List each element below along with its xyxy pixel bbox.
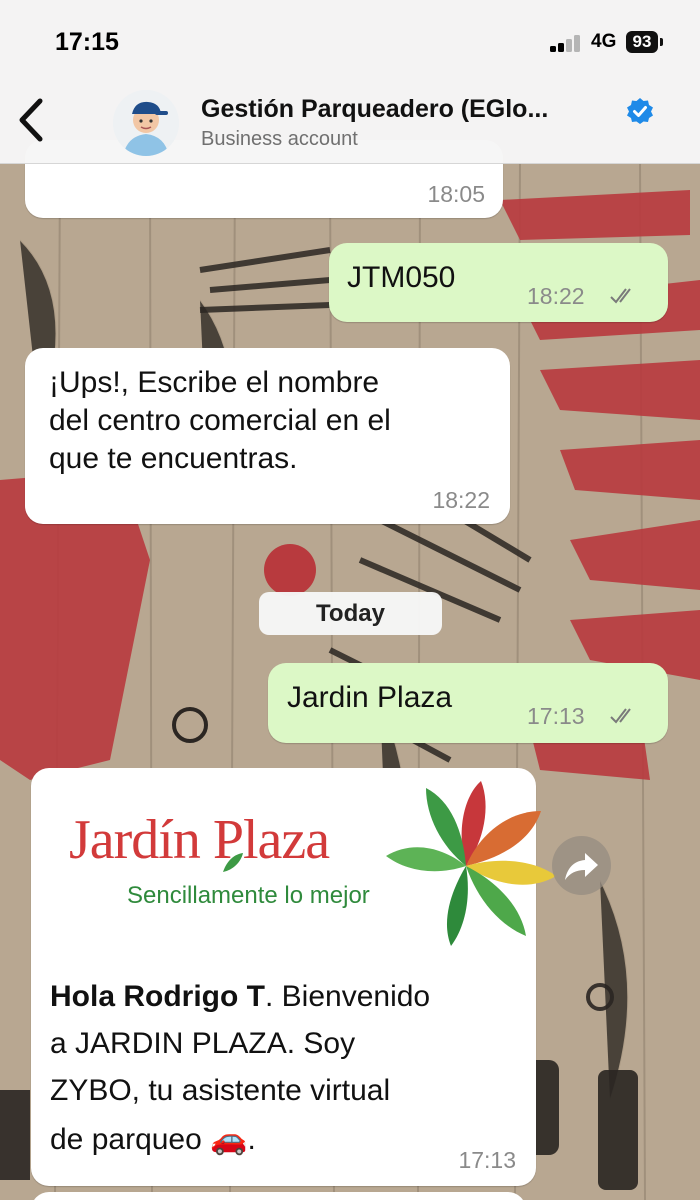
- message-text: Jardin Plaza: [287, 681, 453, 714]
- cellular-signal-icon: [550, 34, 584, 52]
- read-receipt-icon: [610, 288, 631, 304]
- leaf-icon: [223, 853, 243, 872]
- network-type: 4G: [591, 31, 617, 52]
- chat-header: 17:15 4G 93 Gestión Parqueadero (EGlo...: [0, 0, 700, 164]
- message-line: ZYBO, tu asistente virtual: [50, 1074, 391, 1107]
- jardin-plaza-flower-logo: [386, 781, 556, 946]
- message-time: 17:13: [458, 1147, 516, 1173]
- message-text: JTM050: [347, 261, 456, 294]
- greeting-name: Hola Rodrigo T: [50, 980, 265, 1013]
- message-line: Hola Rodrigo T. Bienvenido: [50, 978, 430, 1016]
- message-line-text: de parqueo: [50, 1123, 202, 1156]
- back-button[interactable]: [14, 95, 50, 145]
- message-time: 18:22: [527, 283, 585, 309]
- bot-avatar-icon: [113, 90, 179, 156]
- greeting-rest: . Bienvenido: [264, 980, 431, 1013]
- forward-share-icon: [565, 853, 598, 880]
- status-time: 17:15: [55, 28, 119, 56]
- message-line: a JARDIN PLAZA. Soy: [50, 1027, 356, 1060]
- forward-button[interactable]: [552, 836, 611, 895]
- verified-badge-icon: [627, 98, 653, 124]
- contact-subtitle: Business account: [201, 128, 358, 150]
- logo-wordmark: Jardín Plaza: [69, 809, 330, 871]
- message-time: 18:22: [432, 487, 490, 513]
- message-time: 17:13: [527, 703, 585, 729]
- message-line-end: .: [247, 1123, 256, 1156]
- message-line: que te encuentras.: [49, 442, 298, 475]
- logo-tagline: Sencillamente lo mejor: [127, 882, 370, 909]
- message-incoming-media[interactable]: Jardín Plaza Sencillamente lo mejor Hola…: [31, 768, 556, 1186]
- contact-name[interactable]: Gestión Parqueadero (EGlo...: [201, 95, 548, 124]
- contact-avatar[interactable]: [113, 90, 179, 156]
- read-receipt-icon: [610, 708, 631, 724]
- message-line: del centro comercial en el: [49, 404, 391, 437]
- message-time: 18:05: [427, 181, 485, 207]
- message-incoming[interactable]: [31, 1192, 526, 1200]
- day-separator: Today: [259, 592, 442, 635]
- message-line: de parqueo 🚗.: [50, 1121, 256, 1159]
- chat-screen: 17:15 4G 93 Gestión Parqueadero (EGlo...: [0, 0, 700, 1200]
- car-emoji-icon: 🚗: [210, 1123, 248, 1156]
- message-line: ¡Ups!, Escribe el nombre: [49, 366, 380, 399]
- battery-indicator: 93: [626, 31, 663, 53]
- message-image[interactable]: Jardín Plaza Sencillamente lo mejor: [31, 768, 556, 948]
- message-outgoing[interactable]: Jardin Plaza 17:13: [268, 663, 668, 743]
- message-incoming[interactable]: ¡Ups!, Escribe el nombre del centro come…: [25, 348, 510, 524]
- message-outgoing[interactable]: JTM050 18:22: [329, 243, 668, 322]
- chevron-left-icon: [19, 98, 43, 142]
